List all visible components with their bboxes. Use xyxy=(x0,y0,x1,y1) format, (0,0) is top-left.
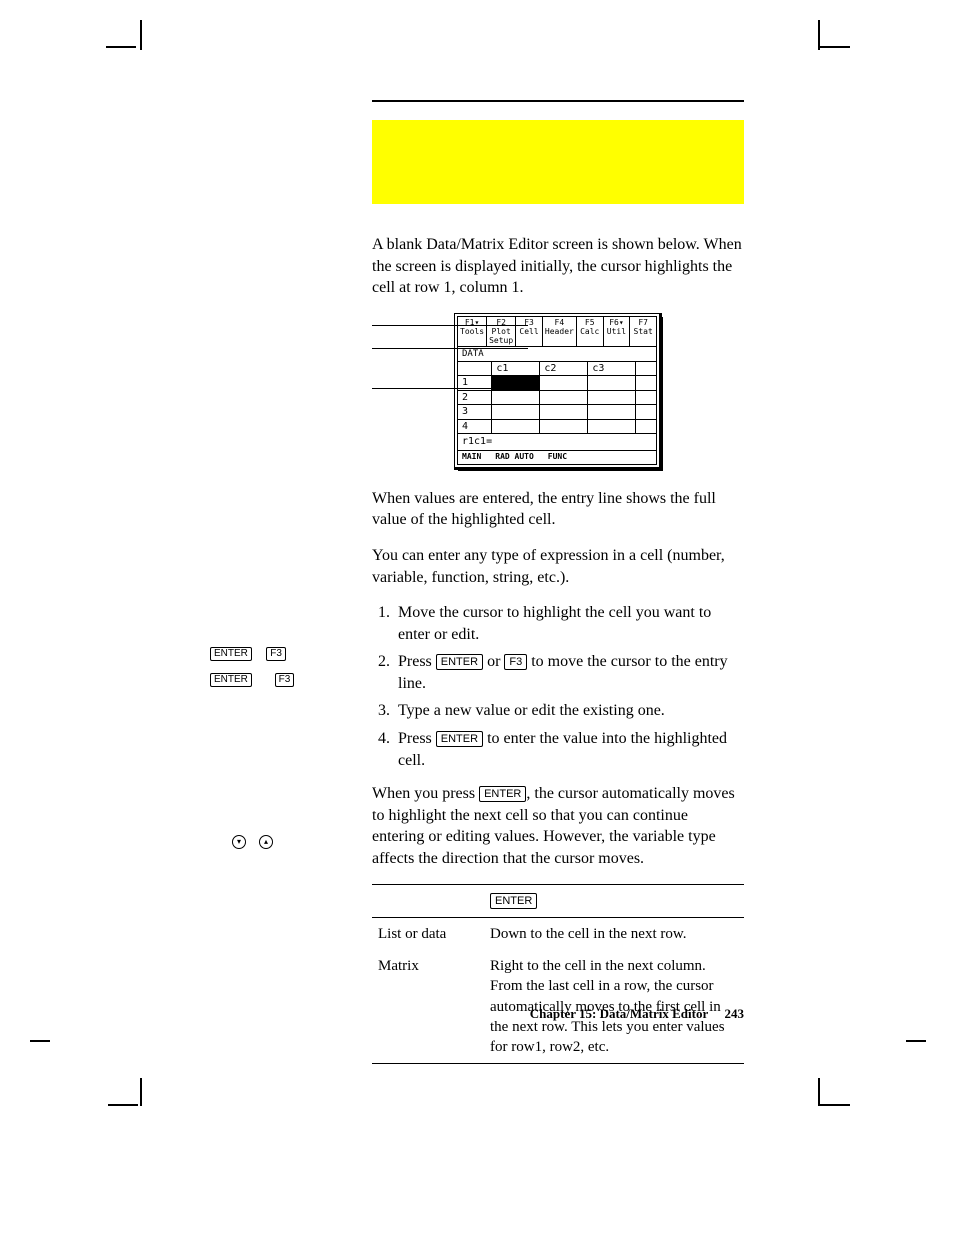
highlight-box xyxy=(372,120,744,204)
step-4: Press ENTER to enter the value into the … xyxy=(394,728,744,771)
page: ENTER F3 ENTER F3 ▾ ▴ A blank Data/Matri… xyxy=(0,0,954,1235)
tbl-hdr-blank xyxy=(372,884,484,917)
margin-note-keys-2: ENTER F3 xyxy=(210,670,350,688)
menu-f7: F7 Stat xyxy=(630,317,656,346)
row-2: 2 xyxy=(458,390,492,405)
menu-f1: F1▾ Tools xyxy=(458,317,487,346)
menu-f3: F3 Cell xyxy=(516,317,543,346)
f3-key: F3 xyxy=(275,673,295,687)
enter-paragraph: When you press ENTER, the cursor automat… xyxy=(372,783,744,869)
f3-key: F3 xyxy=(266,647,286,661)
step-1: Move the cursor to highlight the cell yo… xyxy=(394,602,744,645)
movement-table: ENTER List or data Down to the cell in t… xyxy=(372,884,744,1065)
calculator-screen: F1▾ Tools F2 Plot Setup F3 Cell F4 Heade… xyxy=(454,313,662,470)
step-2: Press ENTER or F3 to move the cursor to … xyxy=(394,651,744,694)
col-c1: c1 xyxy=(492,361,540,376)
screen-entry-line: r1c1= xyxy=(457,434,657,451)
top-rule xyxy=(372,100,744,102)
status-main: MAIN xyxy=(462,452,481,463)
step-3: Type a new value or edit the existing on… xyxy=(394,700,744,722)
up-arrow-icon: ▴ xyxy=(259,835,273,849)
enter-key: ENTER xyxy=(210,647,252,661)
crop-mark xyxy=(140,1078,142,1106)
status-mode: RAD AUTO xyxy=(495,452,534,463)
intro-text: A blank Data/Matrix Editor screen is sho… xyxy=(372,234,744,299)
screen-shadow xyxy=(659,317,663,471)
screen-type-label: DATA xyxy=(457,347,657,361)
enter-key: ENTER xyxy=(479,786,526,802)
col-c3: c3 xyxy=(588,361,636,376)
row-3: 3 xyxy=(458,405,492,420)
page-footer: Chapter 15: Data/Matrix Editor 243 xyxy=(372,1005,744,1023)
footer-chapter: Chapter 15: Data/Matrix Editor xyxy=(530,1006,708,1021)
status-func: FUNC xyxy=(548,452,567,463)
content-column: A blank Data/Matrix Editor screen is sho… xyxy=(372,100,744,1064)
crop-mark xyxy=(140,20,142,50)
menu-f5: F5 Calc xyxy=(577,317,604,346)
crop-mark xyxy=(906,1040,926,1042)
screen-status-bar: MAIN RAD AUTO FUNC xyxy=(457,451,657,465)
col-c2: c2 xyxy=(540,361,588,376)
crop-mark xyxy=(820,1104,850,1106)
enter-key: ENTER xyxy=(490,893,537,909)
margin-note-arrows: ▾ ▴ xyxy=(232,832,372,850)
steps-list: Move the cursor to highlight the cell yo… xyxy=(372,602,744,771)
footer-page: 243 xyxy=(725,1006,745,1021)
types-text: You can enter any type of expression in … xyxy=(372,545,744,588)
enter-key: ENTER xyxy=(436,654,483,670)
f3-key: F3 xyxy=(504,654,527,670)
down-arrow-icon: ▾ xyxy=(232,835,246,849)
menu-f2: F2 Plot Setup xyxy=(487,317,516,346)
values-text: When values are entered, the entry line … xyxy=(372,488,744,531)
menu-f4: F4 Header xyxy=(543,317,577,346)
menu-f6: F6▾ Util xyxy=(604,317,631,346)
tbl-r1c1: List or data xyxy=(372,917,484,950)
crop-mark xyxy=(108,1104,138,1106)
row-4: 4 xyxy=(458,419,492,434)
tbl-r1c2: Down to the cell in the next row. xyxy=(484,917,744,950)
col-blank2 xyxy=(636,361,657,376)
screen-menubar: F1▾ Tools F2 Plot Setup F3 Cell F4 Heade… xyxy=(457,316,657,347)
screen-shadow xyxy=(458,467,663,471)
crop-mark xyxy=(818,1078,820,1106)
cell-r1c1 xyxy=(492,376,540,391)
crop-mark xyxy=(30,1040,50,1042)
margin-note-keys-1: ENTER F3 xyxy=(210,644,350,662)
enter-key: ENTER xyxy=(210,673,252,687)
crop-mark xyxy=(820,46,850,48)
tbl-hdr-enter: ENTER xyxy=(484,884,744,917)
screen-grid: c1 c2 c3 1 2 3 4 xyxy=(457,361,657,435)
enter-key: ENTER xyxy=(436,731,483,747)
crop-mark xyxy=(106,46,136,48)
row-1: 1 xyxy=(458,376,492,391)
col-blank xyxy=(458,361,492,376)
crop-mark xyxy=(818,20,820,50)
